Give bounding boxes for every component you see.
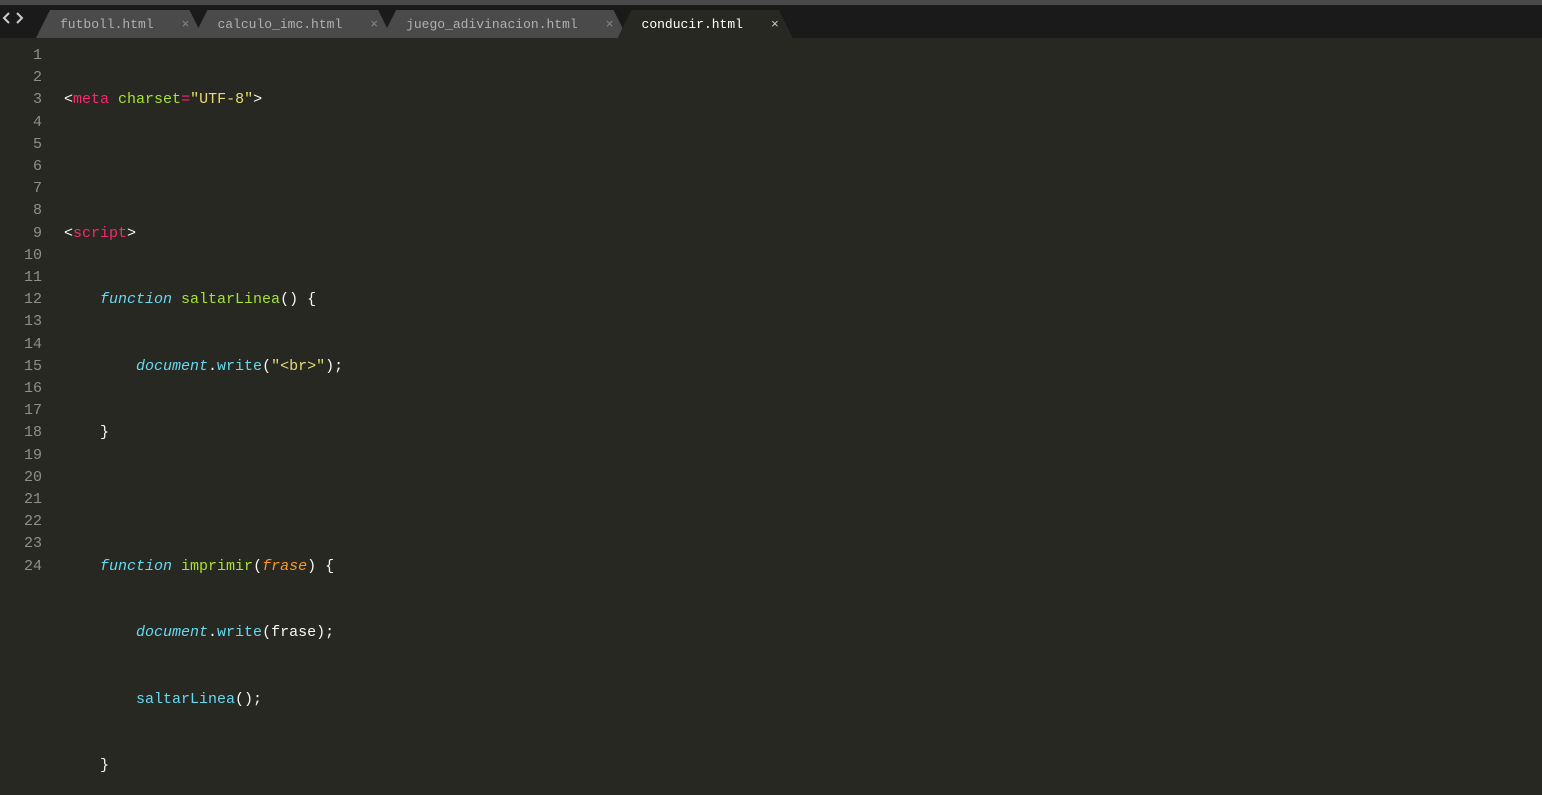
nav-right-icon[interactable] xyxy=(14,11,24,30)
code-line xyxy=(64,156,1542,178)
line-gutter: 1 2 3 4 5 6 7 8 9 10 11 12 13 14 15 16 1… xyxy=(0,38,50,795)
line-number: 5 xyxy=(0,134,42,156)
line-number: 19 xyxy=(0,445,42,467)
tab-conducir[interactable]: conducir.html × xyxy=(618,10,793,38)
code-line: <script> xyxy=(64,223,1542,245)
code-line: function imprimir(frase) { xyxy=(64,556,1542,578)
tab-label: juego_adivinacion.html xyxy=(406,17,578,32)
tab-futboll[interactable]: futboll.html × xyxy=(36,10,203,38)
line-number: 2 xyxy=(0,67,42,89)
tab-label: futboll.html xyxy=(60,17,154,32)
line-number: 11 xyxy=(0,267,42,289)
line-number: 24 xyxy=(0,556,42,578)
tab-calculo-imc[interactable]: calculo_imc.html × xyxy=(193,10,392,38)
line-number: 21 xyxy=(0,489,42,511)
line-number: 18 xyxy=(0,422,42,444)
line-number: 12 xyxy=(0,289,42,311)
line-number: 16 xyxy=(0,378,42,400)
line-number: 22 xyxy=(0,511,42,533)
line-number: 6 xyxy=(0,156,42,178)
line-number: 17 xyxy=(0,400,42,422)
code-line: saltarLinea(); xyxy=(64,689,1542,711)
code-line xyxy=(64,489,1542,511)
tab-nav-arrows xyxy=(2,11,24,30)
code-line: } xyxy=(64,422,1542,444)
tab-label: calculo_imc.html xyxy=(217,17,342,32)
close-icon[interactable]: × xyxy=(370,17,378,32)
line-number: 13 xyxy=(0,311,42,333)
code-content[interactable]: <meta charset="UTF-8"> <script> function… xyxy=(50,38,1542,795)
close-icon[interactable]: × xyxy=(771,17,779,32)
line-number: 7 xyxy=(0,178,42,200)
line-number: 8 xyxy=(0,200,42,222)
line-number: 23 xyxy=(0,533,42,555)
line-number: 3 xyxy=(0,89,42,111)
code-line: } xyxy=(64,755,1542,777)
code-line: document.write("<br>"); xyxy=(64,356,1542,378)
line-number: 20 xyxy=(0,467,42,489)
tab-label: conducir.html xyxy=(642,17,743,32)
close-icon[interactable]: × xyxy=(182,17,190,32)
line-number: 1 xyxy=(0,45,42,67)
line-number: 14 xyxy=(0,334,42,356)
line-number: 9 xyxy=(0,223,42,245)
line-number: 10 xyxy=(0,245,42,267)
editor-area[interactable]: 1 2 3 4 5 6 7 8 9 10 11 12 13 14 15 16 1… xyxy=(0,38,1542,795)
code-line: document.write(frase); xyxy=(64,622,1542,644)
code-line: function saltarLinea() { xyxy=(64,289,1542,311)
tab-bar: futboll.html × calculo_imc.html × juego_… xyxy=(0,5,1542,38)
line-number: 15 xyxy=(0,356,42,378)
line-number: 4 xyxy=(0,112,42,134)
code-line: <meta charset="UTF-8"> xyxy=(64,89,1542,111)
close-icon[interactable]: × xyxy=(606,17,614,32)
tab-juego-adivinacion[interactable]: juego_adivinacion.html × xyxy=(382,10,627,38)
nav-left-icon[interactable] xyxy=(2,11,12,30)
